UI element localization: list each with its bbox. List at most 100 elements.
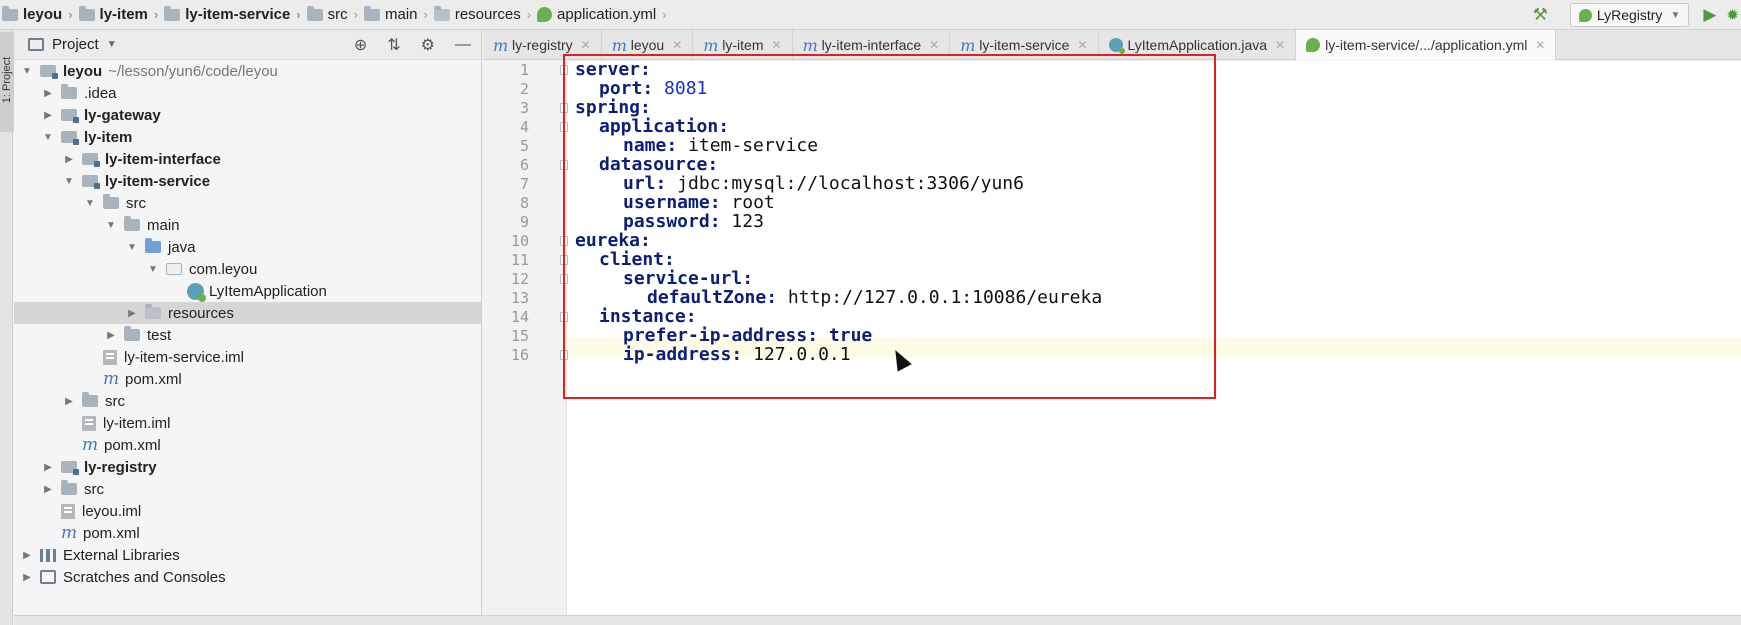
tree-node-label: ly-item: [84, 128, 133, 146]
editor-tab[interactable]: ly-item-service/.../application.yml ✕: [1296, 30, 1557, 60]
close-icon[interactable]: ✕: [1275, 38, 1285, 52]
breadcrumb-item[interactable]: application.yml ›: [537, 6, 667, 23]
module-folder-icon: [61, 109, 79, 123]
editor-tab-label: ly-item-service/.../application.yml: [1325, 37, 1528, 53]
tree-node[interactable]: ▼ main: [14, 214, 481, 236]
code-editor[interactable]: 1 2 3 4 5 6 7 8 9 10 11 12 13 14 15 16 server: port: 808…: [483, 54, 1741, 615]
folder-icon: [78, 5, 95, 21]
tree-node[interactable]: ▶ src: [14, 478, 481, 500]
tree-node[interactable]: ▶ resources: [14, 302, 481, 324]
tree-node[interactable]: ly-item-service.iml: [14, 346, 481, 368]
line-number: 9: [519, 213, 529, 231]
close-icon[interactable]: ✕: [772, 38, 782, 52]
chevron-down-icon[interactable]: ▼: [83, 198, 97, 209]
tree-node[interactable]: ▼ ly-item-service: [14, 170, 481, 192]
chevron-right-icon: ›: [153, 7, 159, 22]
tree-node[interactable]: ▶ ly-registry: [14, 456, 481, 478]
hide-panel-icon[interactable]: —: [455, 36, 471, 54]
project-panel-title[interactable]: Project: [52, 36, 99, 53]
locate-target-icon[interactable]: ⊕: [354, 35, 367, 55]
chevron-right-icon[interactable]: ▶: [62, 154, 76, 165]
tree-node[interactable]: ▶ ly-gateway: [14, 104, 481, 126]
spring-class-icon: [187, 282, 206, 302]
debug-icon[interactable]: ✹: [1726, 6, 1739, 24]
chevron-right-icon[interactable]: ▶: [41, 88, 55, 99]
close-icon[interactable]: ✕: [1077, 38, 1087, 52]
tree-node-label: ly-item-service.iml: [124, 348, 244, 366]
line-number: 2: [519, 80, 529, 98]
chevron-right-icon[interactable]: ▶: [125, 308, 139, 319]
module-folder-icon: [40, 65, 58, 79]
close-icon[interactable]: ✕: [929, 38, 939, 52]
tree-node[interactable]: m pom.xml: [14, 522, 481, 544]
tree-node[interactable]: ▶ .idea: [14, 82, 481, 104]
resources-folder-icon: [433, 5, 450, 21]
scratches-icon: [40, 570, 56, 584]
tree-node[interactable]: ▶ Scratches and Consoles: [14, 566, 481, 588]
close-icon[interactable]: ✕: [581, 38, 591, 52]
tree-node[interactable]: ▼ ly-item: [14, 126, 481, 148]
resources-folder-icon: [145, 304, 161, 319]
chevron-right-icon[interactable]: ▶: [20, 550, 34, 561]
tree-node[interactable]: leyou.iml: [14, 500, 481, 522]
chevron-right-icon[interactable]: ▶: [104, 330, 118, 341]
tree-node[interactable]: m pom.xml: [14, 434, 481, 456]
breadcrumb-item[interactable]: src ›: [306, 5, 358, 23]
close-icon[interactable]: ✕: [1535, 38, 1545, 52]
chevron-down-icon[interactable]: ▼: [20, 66, 34, 77]
maven-icon: m: [611, 35, 627, 55]
chevron-down-icon[interactable]: ▼: [104, 220, 118, 231]
chevron-right-icon[interactable]: ▶: [62, 396, 76, 407]
tree-node-label: pom.xml: [125, 370, 182, 388]
tree-node[interactable]: ▼ com.leyou: [14, 258, 481, 280]
chevron-down-icon[interactable]: ▼: [62, 176, 76, 187]
chevron-down-icon[interactable]: ▼: [125, 242, 139, 253]
chevron-right-icon[interactable]: ▶: [20, 572, 34, 583]
line-number: 1: [519, 61, 529, 79]
toolbar-right: ⚒ LyRegistry ▼ ▶ ✹: [1533, 0, 1741, 30]
module-folder-icon: [82, 153, 100, 167]
tree-node[interactable]: ly-item.iml: [14, 412, 481, 434]
tree-node-label: src: [126, 194, 146, 212]
tree-node-label: src: [105, 392, 125, 410]
editor-tab-label: ly-item-service: [979, 37, 1070, 53]
tree-node[interactable]: ▼ src: [14, 192, 481, 214]
tree-node[interactable]: ▶ ly-item-interface: [14, 148, 481, 170]
tree-node[interactable]: ▼ leyou ~/lesson/yun6/code/leyou: [14, 60, 481, 82]
run-configuration-select[interactable]: LyRegistry ▼: [1569, 3, 1690, 27]
tree-node[interactable]: LyItemApplication: [14, 280, 481, 302]
iml-file-icon: [103, 349, 117, 365]
breadcrumb-item[interactable]: ly-item-service ›: [164, 5, 301, 23]
line-number: 7: [519, 175, 529, 193]
tree-node[interactable]: ▶ External Libraries: [14, 544, 481, 566]
chevron-down-icon[interactable]: ▼: [107, 39, 117, 50]
run-icon[interactable]: ▶: [1703, 5, 1716, 25]
breadcrumb-item[interactable]: main ›: [363, 5, 428, 23]
chevron-right-icon[interactable]: ▶: [41, 110, 55, 121]
tree-node-label: test: [147, 326, 172, 344]
build-hammer-icon[interactable]: ⚒: [1533, 5, 1548, 25]
folder-icon: [164, 5, 181, 21]
tree-node[interactable]: ▶ test: [14, 324, 481, 346]
tree-node[interactable]: m pom.xml: [14, 368, 481, 390]
line-number: 13: [510, 289, 529, 307]
breadcrumb-item[interactable]: ly-item ›: [78, 5, 159, 23]
chevron-down-icon[interactable]: ▼: [146, 264, 160, 275]
tree-node[interactable]: ▼ java: [14, 236, 481, 258]
maven-icon: m: [82, 435, 99, 455]
folder-icon: [103, 194, 119, 209]
package-icon: [166, 263, 182, 275]
chevron-right-icon[interactable]: ▶: [41, 484, 55, 495]
chevron-right-icon[interactable]: ▶: [41, 462, 55, 473]
tree-node[interactable]: ▶ src: [14, 390, 481, 412]
tree-node-label: pom.xml: [83, 524, 140, 542]
collapse-all-icon[interactable]: ⇅: [387, 35, 400, 55]
run-configuration-label: LyRegistry: [1596, 7, 1663, 23]
line-number: 6: [519, 156, 529, 174]
gear-icon[interactable]: ⚙: [421, 35, 435, 55]
close-icon[interactable]: ✕: [672, 38, 682, 52]
breadcrumb-item[interactable]: resources ›: [433, 5, 531, 23]
breadcrumb-item[interactable]: leyou ›: [2, 5, 73, 23]
tree-node-label: resources: [168, 304, 234, 322]
chevron-down-icon[interactable]: ▼: [41, 132, 55, 143]
